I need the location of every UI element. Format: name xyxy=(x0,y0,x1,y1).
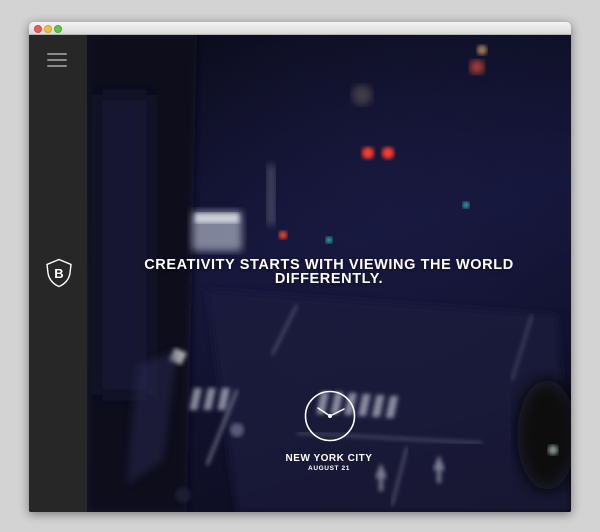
headline-line-1: CREATIVITY STARTS WITH VIEWING THE WORLD xyxy=(144,257,514,273)
hero-headline: CREATIVITY STARTS WITH VIEWING THE WORLD… xyxy=(87,257,571,287)
close-window-button[interactable] xyxy=(34,25,42,33)
zoom-window-button[interactable] xyxy=(54,25,62,33)
sidebar: B xyxy=(29,35,87,512)
browser-window: B CREATIVITY STARTS WITH VIEWING THE WOR… xyxy=(29,22,571,512)
logo-letter: B xyxy=(54,266,63,281)
headline-line-2: DIFFERENTLY. xyxy=(274,271,384,287)
analog-clock-icon xyxy=(304,390,356,442)
minimize-window-button[interactable] xyxy=(44,25,52,33)
hero-section: CREATIVITY STARTS WITH VIEWING THE WORLD… xyxy=(87,35,571,512)
window-titlebar xyxy=(29,22,571,35)
location-date: AUGUST 21 xyxy=(308,465,350,472)
hamburger-menu-icon[interactable] xyxy=(47,53,67,68)
logo-shield-icon[interactable]: B xyxy=(44,258,74,288)
location-city: NEW YORK CITY xyxy=(285,453,373,464)
